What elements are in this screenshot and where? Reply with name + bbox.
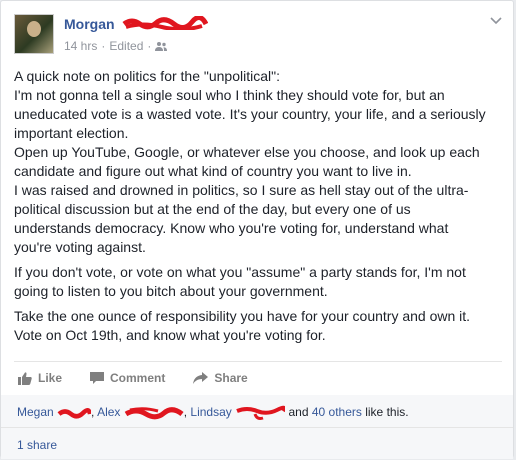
likes-suffix: like this. — [361, 405, 409, 420]
redacted-surname — [124, 407, 184, 420]
redacted-surname — [57, 408, 92, 419]
friends-icon[interactable] — [155, 41, 168, 51]
post-line: I was raised and drowned in politics, so… — [14, 182, 469, 198]
post-line: I'm not gonna tell a single soul who I t… — [14, 87, 445, 103]
share-arrow-icon — [193, 372, 209, 384]
avatar[interactable] — [14, 14, 54, 54]
edited-label[interactable]: Edited — [109, 39, 143, 53]
others-link[interactable]: 40 others — [312, 405, 362, 419]
meta-separator: · — [147, 39, 152, 53]
liker-name[interactable]: Alex — [97, 405, 120, 419]
timestamp[interactable]: 14 hrs — [64, 39, 97, 53]
post-body: A quick note on politics for the "unpoli… — [14, 67, 500, 351]
liker-name[interactable]: Megan — [17, 405, 54, 419]
redacted-surname — [236, 405, 286, 420]
like-label: Like — [38, 371, 63, 385]
share-button[interactable]: Share — [193, 371, 248, 385]
post-line: you're voting against. — [14, 239, 146, 255]
likes-and: and — [288, 405, 312, 420]
post-header: Morgan 14 hrs · Edited · — [14, 14, 502, 58]
meta-separator: · — [101, 39, 106, 53]
post-line: understands democracy. Know who you're v… — [14, 220, 449, 236]
like-button[interactable]: Like — [18, 371, 62, 385]
post-line: Take the one ounce of responsibility you… — [14, 308, 471, 324]
post-line: going to listen to you bitch about your … — [14, 283, 328, 299]
thumbs-up-icon — [18, 371, 32, 385]
post-meta: 14 hrs · Edited · — [64, 39, 168, 53]
comment-icon — [90, 371, 105, 384]
post-paragraph-2: If you don't vote, or vote on what you "… — [14, 263, 500, 301]
post-line: A quick note on politics for the "unpoli… — [14, 68, 280, 84]
shares-bar — [1, 428, 513, 459]
post-line: candidate and figure out what kind of co… — [14, 163, 412, 179]
likes-summary: Megan , Alex , Lindsay and 40 others lik… — [17, 405, 409, 421]
post-paragraph-3: Take the one ounce of responsibility you… — [14, 307, 500, 345]
post-line: If you don't vote, or vote on what you "… — [14, 264, 466, 280]
chevron-down-icon[interactable] — [490, 17, 502, 25]
post-line: Open up YouTube, Google, or whatever els… — [14, 144, 480, 160]
post-actions: Like Comment Share — [18, 371, 276, 385]
post-card: Morgan 14 hrs · Edited · A quick note on… — [0, 0, 514, 459]
shares-count[interactable]: 1 share — [17, 438, 57, 452]
comment-label: Comment — [110, 371, 166, 385]
liker-name[interactable]: Lindsay — [190, 405, 231, 419]
share-label: Share — [214, 371, 248, 385]
post-line: political discussion but at the end of t… — [14, 201, 411, 217]
redacted-surname — [122, 16, 208, 30]
post-paragraph-1: A quick note on politics for the "unpoli… — [14, 67, 500, 257]
comment-button[interactable]: Comment — [90, 371, 165, 385]
post-line: uneducated vote is a wasted vote. It's y… — [14, 106, 486, 122]
post-line: Vote on Oct 19th, and know what you're v… — [14, 327, 326, 343]
divider — [14, 361, 502, 362]
author-name[interactable]: Morgan — [64, 16, 115, 32]
post-line: important election. — [14, 125, 129, 141]
